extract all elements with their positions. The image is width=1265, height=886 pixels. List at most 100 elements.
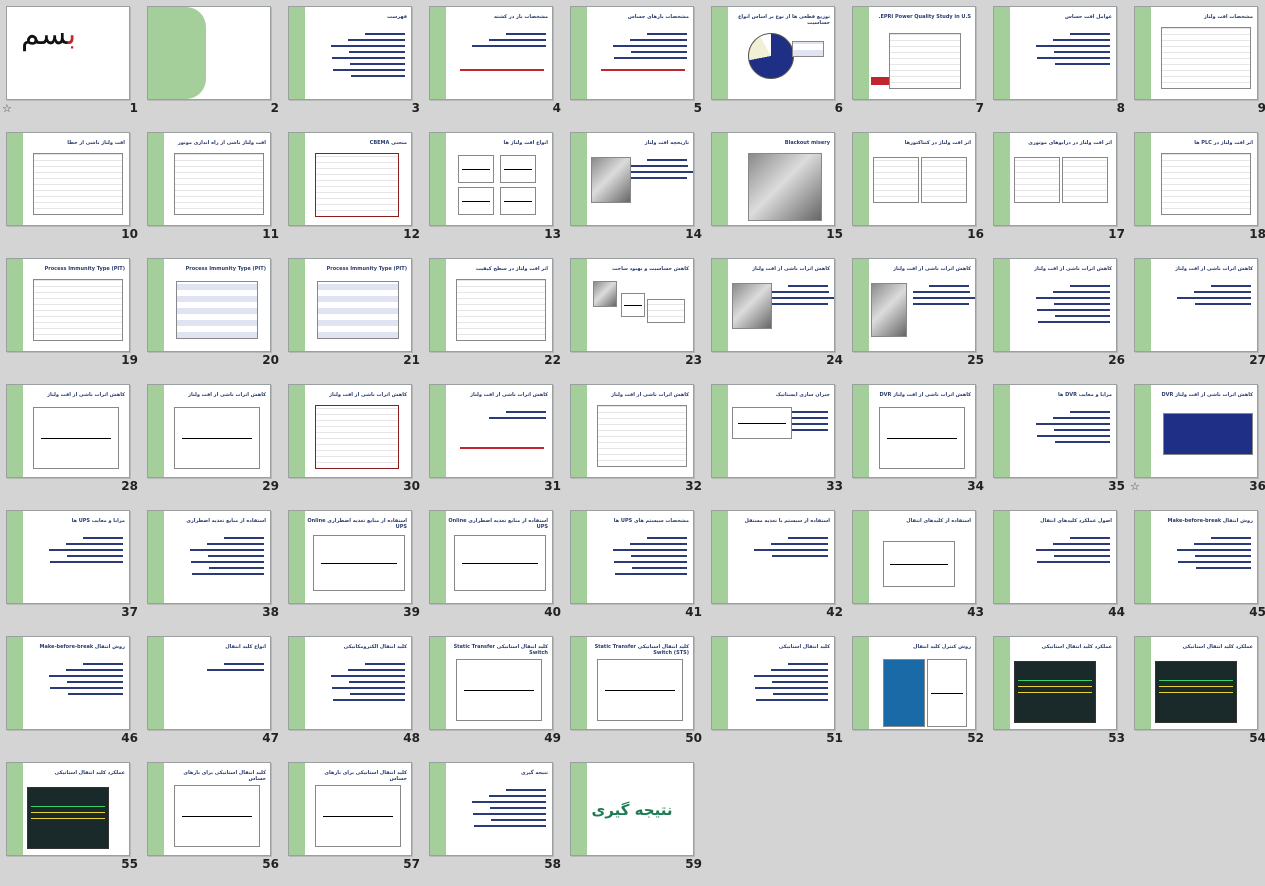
slide-thumbnail[interactable]: انواع افت ولتاژ ها: [429, 132, 553, 226]
slide-thumbnail-cell[interactable]: روش انتقال Make-before-break 46: [2, 632, 142, 758]
slide-thumbnail-cell[interactable]: فهرست 3: [284, 2, 424, 128]
slide-thumbnail-cell[interactable]: کاهش اثرات ناشی از افت ولتاژ 28: [2, 380, 142, 506]
slide-thumbnail-cell[interactable]: روش انتقال Make-before-break 45: [1130, 506, 1265, 632]
slide-thumbnail[interactable]: انواع کلید انتقال: [147, 636, 271, 730]
slide-thumbnail[interactable]: مشخصات افت ولتاژ: [1134, 6, 1258, 100]
slide-thumbnail[interactable]: مزایا و معایب UPS ها: [6, 510, 130, 604]
slide-thumbnail-cell[interactable]: کاهش اثرات ناشی از افت ولتاژ 24: [707, 254, 847, 380]
slide-thumbnail[interactable]: استفاده از منابع تغذیه اضطراری Online UP…: [429, 510, 553, 604]
slide-thumbnail-cell[interactable]: افت ولتاژ ناشی از خطا 10: [2, 128, 142, 254]
slide-thumbnail[interactable]: استفاده از منابع تغذیه اضطراری Online UP…: [288, 510, 412, 604]
slide-thumbnail-cell[interactable]: عملکرد کلید انتقال استاتیکی 53: [989, 632, 1129, 758]
slide-thumbnail[interactable]: مزایا و معایب DVR ها: [993, 384, 1117, 478]
slide-thumbnail[interactable]: کاهش اثرات ناشی از افت ولتاژ: [429, 384, 553, 478]
slide-thumbnail[interactable]: کاهش اثرات ناشی از افت ولتاژ DVR: [1134, 384, 1258, 478]
slide-thumbnail[interactable]: فهرست: [288, 6, 412, 100]
slide-thumbnail-cell[interactable]: EPRI Power Quality Study in U.S. 7: [848, 2, 988, 128]
slide-thumbnail-cell[interactable]: کلید انتقال استاتیکی 51: [707, 632, 847, 758]
slide-thumbnail[interactable]: کاهش اثرات ناشی از افت ولتاژ: [711, 258, 835, 352]
slide-thumbnail[interactable]: روش کنترل کلید انتقال: [852, 636, 976, 730]
slide-thumbnail-cell[interactable]: منحنی CBEMA 12: [284, 128, 424, 254]
slide-thumbnail-cell[interactable]: مشخصات بار در کشته 4: [425, 2, 565, 128]
slide-thumbnail-cell[interactable]: کلید انتقال استاتیکی Static Transfer Swi…: [425, 632, 565, 758]
slide-thumbnail[interactable]: جبران سازی ایستاتیک: [711, 384, 835, 478]
slide-transition-icon[interactable]: ☆: [2, 102, 12, 115]
slide-thumbnail[interactable]: عملکرد کلید انتقال استاتیکی: [6, 762, 130, 856]
slide-thumbnail[interactable]: کلید انتقال استاتیکی Static Transfer Swi…: [570, 636, 694, 730]
slide-thumbnail[interactable]: نتیجه گیری: [429, 762, 553, 856]
slide-thumbnail-cell[interactable]: کلید انتقال استاتیکی برای بارهای حساس 57: [284, 758, 424, 884]
slide-thumbnail[interactable]: کاهش اثرات ناشی از افت ولتاژ: [852, 258, 976, 352]
slide-thumbnail[interactable]: عوامل افت حساس: [993, 6, 1117, 100]
slide-thumbnail[interactable]: توزیع قطعی ها از نوع بر اساس انواع حساسی…: [711, 6, 835, 100]
slide-thumbnail-cell[interactable]: کاهش اثرات ناشی از افت ولتاژ 31: [425, 380, 565, 506]
slide-thumbnail-cell[interactable]: روش کنترل کلید انتقال 52: [848, 632, 988, 758]
slide-thumbnail[interactable]: مشخصات بارهای حساس: [570, 6, 694, 100]
slide-thumbnail[interactable]: کلید انتقال استاتیکی برای بارهای حساس: [147, 762, 271, 856]
slide-thumbnail-cell[interactable]: توزیع قطعی ها از نوع بر اساس انواع حساسی…: [707, 2, 847, 128]
slide-thumbnail-cell[interactable]: استفاده از سیستم با تغذیه مستقل 42: [707, 506, 847, 632]
slide-thumbnail[interactable]: بسم: [6, 6, 130, 100]
slide-thumbnail-cell[interactable]: استفاده از منابع تغذیه اضطراری 38: [143, 506, 283, 632]
slide-thumbnail-cell[interactable]: نتیجه گیری 58: [425, 758, 565, 884]
slide-thumbnail-cell[interactable]: کاهش اثرات ناشی از افت ولتاژ DVR 34: [848, 380, 988, 506]
slide-thumbnail[interactable]: کاهش اثرات ناشی از افت ولتاژ DVR: [852, 384, 976, 478]
slide-thumbnail[interactable]: کاهش اثرات ناشی از افت ولتاژ: [147, 384, 271, 478]
slide-thumbnail-cell[interactable]: کاهش اثرات ناشی از افت ولتاژ 25: [848, 254, 988, 380]
slide-thumbnail-cell[interactable]: مشخصات افت ولتاژ 9: [1130, 2, 1265, 128]
slide-thumbnail-cell[interactable]: کاهش حساسیت و بهبود ساخت 23: [566, 254, 706, 380]
slide-thumbnail-cell[interactable]: نتیجه گیری 59: [566, 758, 706, 884]
slide-thumbnail[interactable]: اثر افت ولتاژ در کنتاکتورها: [852, 132, 976, 226]
slide-thumbnail-cell[interactable]: استفاده از منابع تغذیه اضطراری Online UP…: [425, 506, 565, 632]
slide-thumbnail[interactable]: کلید انتقال استاتیکی: [711, 636, 835, 730]
slide-thumbnail-cell[interactable]: عملکرد کلید انتقال استاتیکی 54: [1130, 632, 1265, 758]
slide-thumbnail[interactable]: کاهش اثرات ناشی از افت ولتاژ: [6, 384, 130, 478]
slide-thumbnail[interactable]: استفاده از منابع تغذیه اضطراری: [147, 510, 271, 604]
slide-thumbnail[interactable]: اصول عملکرد کلیدهای انتقال: [993, 510, 1117, 604]
slide-thumbnail[interactable]: مشخصات بار در کشته: [429, 6, 553, 100]
slide-thumbnail-cell[interactable]: Process Immunity Type (PIT) 21: [284, 254, 424, 380]
slide-thumbnail-cell[interactable]: کلید انتقال استاتیکی برای بارهای حساس 56: [143, 758, 283, 884]
slide-thumbnail-cell[interactable]: Process Immunity Type (PIT) 20: [143, 254, 283, 380]
slide-thumbnail[interactable]: افت ولتاژ ناشی از راه اندازی موتور: [147, 132, 271, 226]
slide-thumbnail[interactable]: Blackout misery: [711, 132, 835, 226]
slide-thumbnail[interactable]: کاهش اثرات ناشی از افت ولتاژ: [993, 258, 1117, 352]
slide-thumbnail[interactable]: کاهش حساسیت و بهبود ساخت: [570, 258, 694, 352]
slide-thumbnail[interactable]: کلید انتقال الکترومکانیکی: [288, 636, 412, 730]
slide-thumbnail-cell[interactable]: مشخصات بارهای حساس 5: [566, 2, 706, 128]
slide-thumbnail[interactable]: تاریخچه افت ولتاژ: [570, 132, 694, 226]
slide-thumbnail-cell[interactable]: کاهش اثرات ناشی از افت ولتاژ DVR 36 ☆: [1130, 380, 1265, 506]
slide-thumbnail-cell[interactable]: Process Immunity Type (PIT) 19: [2, 254, 142, 380]
slide-thumbnail[interactable]: کلید انتقال استاتیکی برای بارهای حساس: [288, 762, 412, 856]
slide-thumbnail-cell[interactable]: اثر افت ولتاژ در PLC ها 18: [1130, 128, 1265, 254]
slide-thumbnail-cell[interactable]: اثر افت ولتاژ در درایوهای موتوری 17: [989, 128, 1129, 254]
slide-thumbnail-cell[interactable]: کلید انتقال استاتیکی Static Transfer Swi…: [566, 632, 706, 758]
slide-thumbnail-cell[interactable]: بسم 1 ☆: [2, 2, 142, 128]
slide-thumbnail-cell[interactable]: کلید انتقال الکترومکانیکی 48: [284, 632, 424, 758]
slide-thumbnail-cell[interactable]: مزایا و معایب UPS ها 37: [2, 506, 142, 632]
slide-thumbnail-cell[interactable]: جبران سازی ایستاتیک 33: [707, 380, 847, 506]
slide-thumbnail[interactable]: حفاظت بارهای حساس در مقابل افت ولتاژها: [147, 6, 271, 100]
slide-thumbnail-cell[interactable]: تاریخچه افت ولتاژ 14: [566, 128, 706, 254]
slide-thumbnail-cell[interactable]: مشخصات سیستم های UPS ها 41: [566, 506, 706, 632]
slide-thumbnail[interactable]: اثر افت ولتاژ در PLC ها: [1134, 132, 1258, 226]
slide-thumbnail[interactable]: کاهش اثرات ناشی از افت ولتاژ: [288, 384, 412, 478]
slide-thumbnail-cell[interactable]: کاهش اثرات ناشی از افت ولتاژ 29: [143, 380, 283, 506]
slide-thumbnail[interactable]: استفاده از سیستم با تغذیه مستقل: [711, 510, 835, 604]
slide-thumbnail-cell[interactable]: افت ولتاژ ناشی از راه اندازی موتور 11: [143, 128, 283, 254]
slide-thumbnail[interactable]: اثر افت ولتاژ در درایوهای موتوری: [993, 132, 1117, 226]
slide-thumbnail[interactable]: مشخصات سیستم های UPS ها: [570, 510, 694, 604]
slide-thumbnail[interactable]: کلید انتقال استاتیکی Static Transfer Swi…: [429, 636, 553, 730]
slide-thumbnail[interactable]: روش انتقال Make-before-break: [6, 636, 130, 730]
slide-thumbnail-cell[interactable]: انواع افت ولتاژ ها 13: [425, 128, 565, 254]
slide-thumbnail[interactable]: Process Immunity Type (PIT): [288, 258, 412, 352]
slide-thumbnail-cell[interactable]: کاهش اثرات ناشی از افت ولتاژ 26: [989, 254, 1129, 380]
slide-thumbnail[interactable]: Process Immunity Type (PIT): [147, 258, 271, 352]
slide-thumbnail[interactable]: کاهش اثرات ناشی از افت ولتاژ: [570, 384, 694, 478]
slide-thumbnail-cell[interactable]: کاهش اثرات ناشی از افت ولتاژ 32: [566, 380, 706, 506]
slide-thumbnail[interactable]: Process Immunity Type (PIT): [6, 258, 130, 352]
slide-thumbnail-cell[interactable]: استفاده از منابع تغذیه اضطراری Online UP…: [284, 506, 424, 632]
slide-thumbnail-cell[interactable]: عملکرد کلید انتقال استاتیکی 55: [2, 758, 142, 884]
slide-thumbnail-cell[interactable]: مزایا و معایب DVR ها 35: [989, 380, 1129, 506]
slide-thumbnail-cell[interactable]: کاهش اثرات ناشی از افت ولتاژ 27: [1130, 254, 1265, 380]
